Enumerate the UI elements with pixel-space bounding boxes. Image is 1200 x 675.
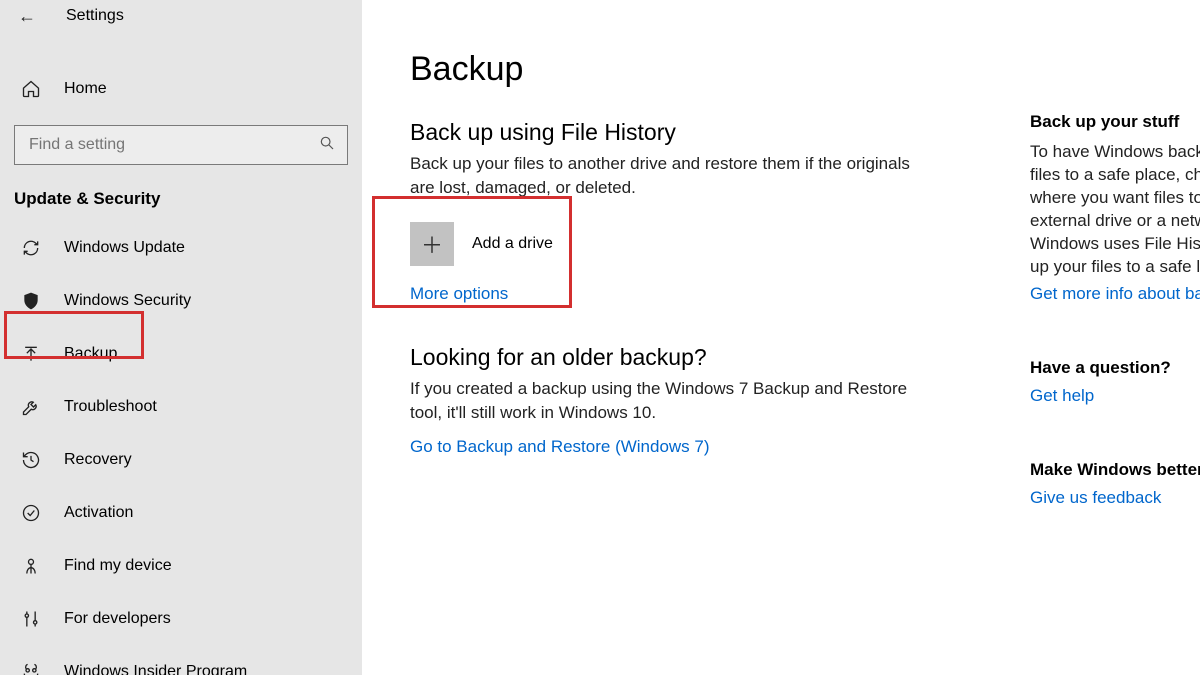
sidebar-item-label: Windows Insider Program xyxy=(64,663,247,675)
sidebar-item-label: Troubleshoot xyxy=(64,398,157,416)
make-windows-better-heading: Make Windows better xyxy=(1030,460,1200,480)
more-options-link[interactable]: More options xyxy=(410,284,508,304)
sidebar-item-activation[interactable]: Activation xyxy=(0,486,362,539)
file-history-description: Back up your files to another drive and … xyxy=(410,152,910,200)
sidebar-item-for-developers[interactable]: For developers xyxy=(0,592,362,645)
sidebar-item-label: Recovery xyxy=(64,451,132,469)
sidebar-item-windows-security[interactable]: Windows Security xyxy=(0,274,362,327)
get-help-link[interactable]: Get help xyxy=(1030,386,1094,406)
sidebar-home-label: Home xyxy=(64,80,107,98)
sidebar-item-troubleshoot[interactable]: Troubleshoot xyxy=(0,380,362,433)
home-icon xyxy=(20,79,42,99)
sidebar-home[interactable]: Home xyxy=(0,62,362,115)
back-icon[interactable]: ← xyxy=(18,7,36,25)
shield-icon xyxy=(20,291,42,311)
sidebar-item-label: Activation xyxy=(64,504,133,522)
sidebar-item-label: For developers xyxy=(64,610,171,628)
older-backup-description: If you created a backup using the Window… xyxy=(410,377,910,425)
sidebar-item-recovery[interactable]: Recovery xyxy=(0,433,362,486)
help-sidebar: Back up your stuff To have Windows back … xyxy=(1030,112,1200,508)
back-up-your-stuff-heading: Back up your stuff xyxy=(1030,112,1200,132)
search-input[interactable] xyxy=(27,135,319,155)
sidebar-item-label: Find my device xyxy=(64,557,172,575)
sidebar-category-heading: Update & Security xyxy=(0,165,362,221)
page-title: Backup xyxy=(410,50,1200,89)
sidebar-item-find-my-device[interactable]: Find my device xyxy=(0,539,362,592)
sidebar-item-windows-insider[interactable]: Windows Insider Program xyxy=(0,645,362,675)
history-icon xyxy=(20,450,42,470)
search-icon xyxy=(319,135,335,156)
backup-arrow-icon xyxy=(20,344,42,364)
titlebar: ← Settings xyxy=(0,0,362,32)
back-up-your-stuff-text: To have Windows back up your files to a … xyxy=(1030,140,1200,278)
sidebar-item-label: Windows Update xyxy=(64,239,185,257)
have-a-question-heading: Have a question? xyxy=(1030,358,1200,378)
sliders-icon xyxy=(20,609,42,629)
sidebar-item-windows-update[interactable]: Windows Update xyxy=(0,221,362,274)
insider-icon xyxy=(20,662,42,675)
add-a-drive-label: Add a drive xyxy=(472,235,553,253)
give-feedback-link[interactable]: Give us feedback xyxy=(1030,488,1161,508)
check-circle-icon xyxy=(20,503,42,523)
sidebar-item-label: Windows Security xyxy=(64,292,191,310)
location-icon xyxy=(20,556,42,576)
app-title: Settings xyxy=(66,7,124,25)
search-box[interactable] xyxy=(14,125,348,165)
sidebar-item-backup[interactable]: Backup xyxy=(0,327,362,380)
backup-and-restore-link[interactable]: Go to Backup and Restore (Windows 7) xyxy=(410,437,710,457)
plus-icon: ＋ xyxy=(410,222,454,266)
sync-icon xyxy=(20,238,42,258)
sidebar-item-label: Backup xyxy=(64,345,117,363)
more-info-backup-link[interactable]: Get more info about backup xyxy=(1030,284,1200,304)
settings-sidebar: ← Settings Home Update & Security Window… xyxy=(0,0,362,675)
wrench-icon xyxy=(20,397,42,417)
